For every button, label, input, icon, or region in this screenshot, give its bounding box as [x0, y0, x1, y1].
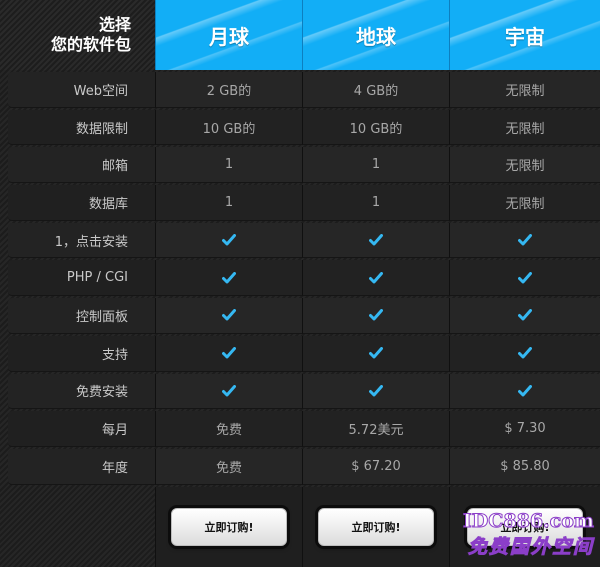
order-now-button-earth[interactable]: 立即订购!: [318, 507, 434, 546]
feature-cell-moon: [155, 298, 302, 334]
plan-header-universe: 宇宙: [449, 0, 600, 70]
feature-value-earth: 1: [302, 147, 449, 184]
pricing-table: 选择 您的软件包 月球 地球 宇宙 立即订购! 立即订购! 立即订购! Web空…: [0, 0, 600, 567]
feature-value-moon: 免费: [155, 448, 302, 485]
checkmark-icon: [518, 384, 532, 397]
feature-value-universe: $ 7.30: [449, 411, 600, 447]
feature-value-universe: 无限制: [449, 185, 600, 221]
feature-value-earth: 5.72美元: [302, 411, 449, 447]
feature-label: 1，点击安装: [8, 222, 155, 259]
feature-value-moon: 1: [155, 147, 302, 184]
feature-label: Web空间: [8, 72, 155, 108]
checkmark-icon: [369, 347, 383, 359]
feature-value-earth: 1: [302, 185, 449, 221]
feature-value-moon: 10 GB的: [155, 109, 302, 146]
feature-label: 控制面板: [8, 298, 155, 334]
feature-label: 数据库: [8, 185, 155, 221]
heading-line-1: 选择: [98, 15, 131, 34]
feature-cell-universe: [449, 222, 600, 259]
feature-value-earth: $ 67.20: [302, 448, 449, 485]
order-now-button-universe[interactable]: 立即订购!: [467, 507, 583, 546]
feature-value-moon: 1: [155, 185, 302, 221]
feature-value-universe: $ 85.80: [449, 448, 600, 485]
feature-label: 免费安装: [8, 373, 155, 410]
feature-label: 每月: [8, 411, 155, 447]
checkmark-icon: [518, 234, 532, 246]
checkmark-icon: [369, 234, 383, 246]
checkmark-icon: [222, 384, 236, 397]
plan-header-earth: 地球: [302, 0, 449, 70]
feature-value-earth: 10 GB的: [302, 109, 449, 146]
checkmark-icon: [369, 271, 383, 284]
checkmark-icon: [518, 347, 532, 359]
footer-spacer: [0, 485, 155, 567]
feature-cell-universe: [449, 260, 600, 297]
feature-cell-universe: [449, 298, 600, 334]
checkmark-icon: [518, 271, 532, 284]
plan-header-moon: 月球: [155, 0, 302, 70]
checkmark-icon: [222, 347, 236, 359]
feature-cell-earth: [302, 335, 449, 372]
table-heading: 选择 您的软件包: [0, 0, 155, 70]
feature-value-moon: 免费: [155, 411, 302, 447]
footer-cell-moon: 立即订购!: [155, 486, 302, 567]
checkmark-icon: [222, 271, 236, 284]
feature-cell-moon: [155, 260, 302, 297]
feature-label: PHP / CGI: [8, 260, 155, 297]
checkmark-icon: [369, 309, 383, 321]
feature-cell-earth: [302, 222, 449, 259]
checkmark-icon: [518, 309, 532, 321]
feature-value-universe: 无限制: [449, 109, 600, 146]
feature-label: 邮箱: [8, 147, 155, 184]
checkmark-icon: [222, 309, 236, 321]
footer-cell-earth: 立即订购!: [302, 486, 449, 567]
checkmark-icon: [369, 384, 383, 397]
feature-label: 年度: [8, 448, 155, 485]
order-now-button-moon[interactable]: 立即订购!: [171, 507, 287, 546]
feature-cell-earth: [302, 373, 449, 410]
feature-label: 数据限制: [8, 109, 155, 146]
feature-cell-earth: [302, 260, 449, 297]
feature-cell-universe: [449, 373, 600, 410]
feature-value-moon: 2 GB的: [155, 72, 302, 108]
feature-cell-universe: [449, 335, 600, 372]
feature-cell-earth: [302, 298, 449, 334]
feature-label: 支持: [8, 335, 155, 372]
feature-cell-moon: [155, 335, 302, 372]
footer-cell-universe: 立即订购!: [449, 486, 600, 567]
feature-cell-moon: [155, 222, 302, 259]
feature-value-universe: 无限制: [449, 72, 600, 108]
feature-cell-moon: [155, 373, 302, 410]
heading-line-2: 您的软件包: [50, 35, 131, 54]
feature-value-universe: 无限制: [449, 147, 600, 184]
checkmark-icon: [222, 234, 236, 246]
feature-value-earth: 4 GB的: [302, 72, 449, 108]
